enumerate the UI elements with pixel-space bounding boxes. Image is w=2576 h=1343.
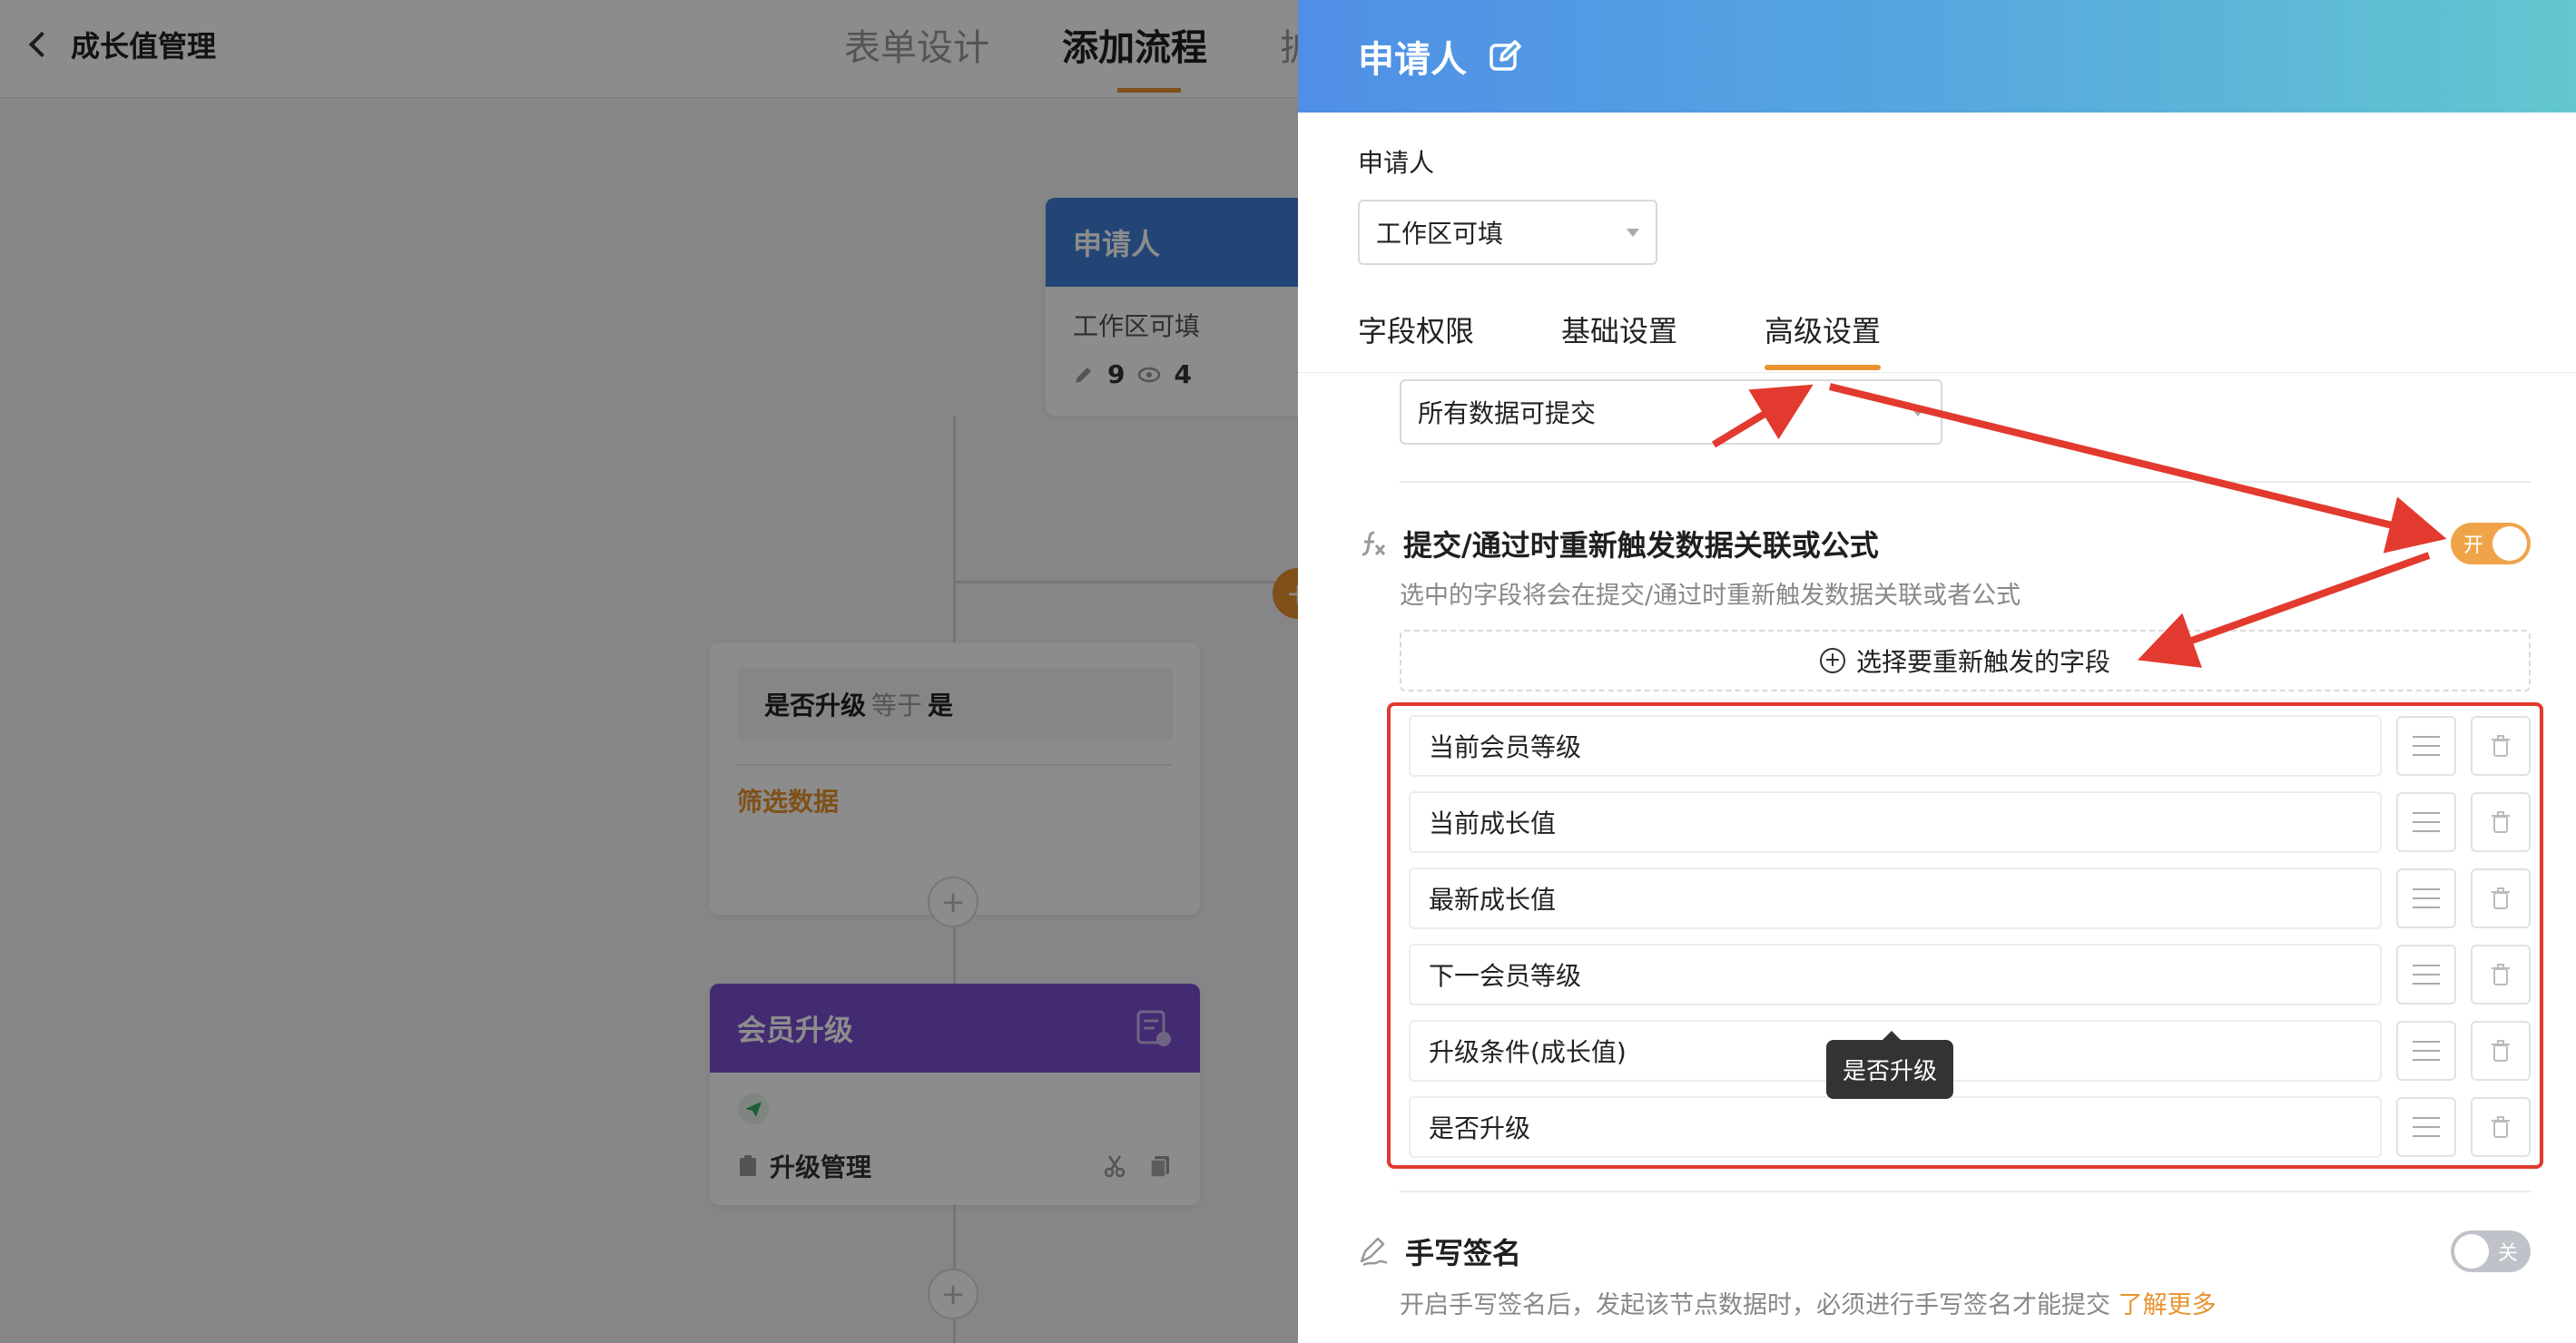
drawer-header: 申请人 <box>1298 0 2576 113</box>
delete-button[interactable] <box>2471 1021 2531 1081</box>
list-item: 是否升级 <box>1409 1096 2531 1158</box>
drag-handle[interactable] <box>2396 945 2456 1005</box>
applicant-section: 申请人 工作区可填 <box>1358 143 2531 265</box>
signature-description: 开启手写签名后，发起该节点数据时，必须进行手写签名才能提交 了解更多 <box>1400 1291 2217 1319</box>
field-name[interactable]: 最新成长值 <box>1409 868 2382 929</box>
signature-option: 手写签名 关 <box>1358 1230 2531 1272</box>
applicant-label: 申请人 <box>1358 148 1435 178</box>
list-item: 下一会员等级 <box>1409 944 2531 1005</box>
drag-bars-icon <box>2413 1041 2440 1061</box>
drag-bars-icon <box>2413 888 2440 908</box>
trash-icon <box>2492 735 2510 757</box>
drag-bars-icon <box>2413 965 2440 985</box>
delete-button[interactable] <box>2471 792 2531 852</box>
tab-advanced-settings[interactable]: 高级设置 <box>1765 309 1882 370</box>
caret-down-icon <box>1627 228 1639 237</box>
trash-icon <box>2492 1116 2510 1138</box>
list-item: 最新成长值 <box>1409 868 2531 929</box>
field-name[interactable]: 当前成长值 <box>1409 791 2382 853</box>
trash-icon <box>2492 964 2510 985</box>
toggle-knob <box>2454 1234 2489 1269</box>
retrigger-title: 提交/通过时重新触发数据关联或公式 <box>1358 523 1879 564</box>
delete-button[interactable] <box>2471 868 2531 928</box>
field-tooltip: 是否升级 <box>1826 1031 1954 1099</box>
list-item: 当前成长值 <box>1409 791 2531 853</box>
drag-handle[interactable] <box>2396 1021 2456 1081</box>
caret-down-icon <box>1912 407 1924 417</box>
plus-circle-icon: + <box>1819 648 1845 673</box>
formula-icon <box>1362 531 1386 556</box>
signature-icon <box>1360 1237 1388 1267</box>
list-item: 当前会员等级 <box>1409 715 2531 777</box>
applicant-select[interactable]: 工作区可填 <box>1358 200 1657 265</box>
drawer-title: 申请人 <box>1358 39 1467 81</box>
learn-more-link[interactable]: 了解更多 <box>2119 1291 2217 1319</box>
delete-button[interactable] <box>2471 716 2531 776</box>
field-name[interactable]: 下一会员等级 <box>1409 944 2382 1005</box>
drag-handle[interactable] <box>2396 716 2456 776</box>
field-name[interactable]: 是否升级 <box>1409 1096 2382 1158</box>
add-retrigger-field-button[interactable]: + 选择要重新触发的字段 <box>1400 630 2531 691</box>
retrigger-option: 提交/通过时重新触发数据关联或公式 开 <box>1358 523 2531 564</box>
delete-button[interactable] <box>2471 1097 2531 1157</box>
drag-handle[interactable] <box>2396 792 2456 852</box>
trash-icon <box>2492 887 2510 909</box>
drag-handle[interactable] <box>2396 1097 2456 1157</box>
tabs-divider <box>1298 372 2576 373</box>
tab-basic-settings[interactable]: 基础设置 <box>1561 309 1677 370</box>
trash-icon <box>2492 811 2510 833</box>
retrigger-description: 选中的字段将会在提交/通过时重新触发数据关联或者公式 <box>1400 582 2021 610</box>
trash-icon <box>2492 1040 2510 1062</box>
submit-scope-select[interactable]: 所有数据可提交 <box>1400 379 1942 445</box>
retrigger-toggle[interactable]: 开 <box>2451 523 2531 564</box>
drag-handle[interactable] <box>2396 868 2456 928</box>
retrigger-field-list: 当前会员等级 当前成长值 最新成长值 下一会员等级 升级条件(成长值) 是否升级 <box>1387 702 2543 1169</box>
signature-title: 手写签名 <box>1358 1230 1521 1272</box>
drag-bars-icon <box>2413 1117 2440 1137</box>
signature-toggle[interactable]: 关 <box>2451 1230 2531 1272</box>
drag-bars-icon <box>2413 736 2440 756</box>
section-divider <box>1400 1191 2531 1192</box>
field-name[interactable]: 当前会员等级 <box>1409 715 2382 777</box>
delete-button[interactable] <box>2471 945 2531 1005</box>
drag-bars-icon <box>2413 812 2440 832</box>
edit-icon[interactable] <box>1487 38 1523 74</box>
modal-overlay[interactable] <box>0 0 1298 1343</box>
list-item: 升级条件(成长值) <box>1409 1020 2531 1082</box>
settings-tabs: 字段权限 基础设置 高级设置 <box>1358 309 1882 370</box>
section-divider <box>1400 481 2531 483</box>
toggle-knob <box>2492 526 2527 561</box>
tab-field-permissions[interactable]: 字段权限 <box>1358 309 1474 370</box>
